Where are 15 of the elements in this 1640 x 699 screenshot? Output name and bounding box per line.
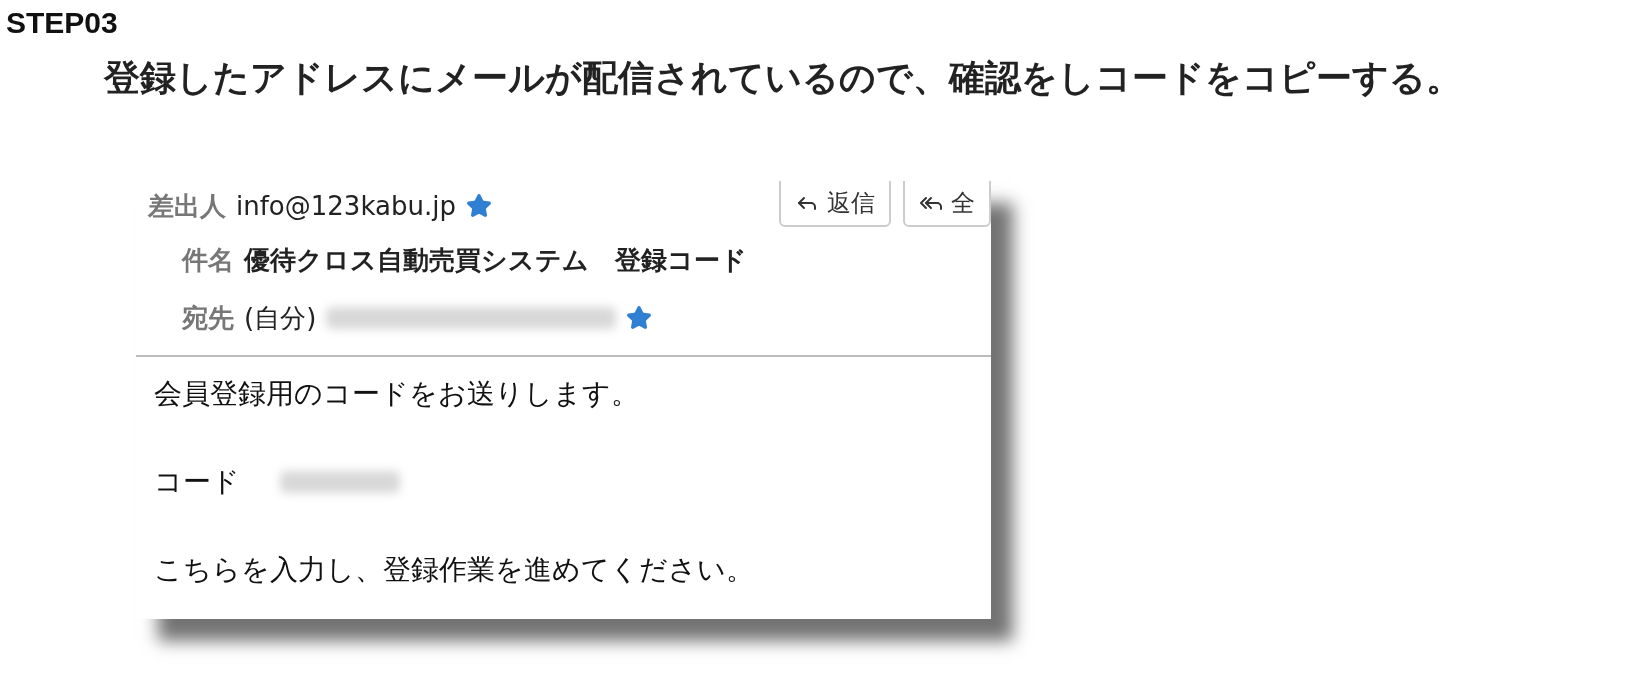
message-text: こちらを入力し、登録作業を進めてください。 — [154, 552, 755, 588]
instruction-text: 登録したアドレスにメールが配信されているので、確認をしコードをコピーする。 — [104, 56, 1463, 100]
sender-address: info@123kabu.jp — [236, 191, 456, 221]
code-label: コード — [154, 464, 240, 500]
star-icon[interactable] — [465, 193, 492, 219]
subject-label: 件名 — [182, 243, 234, 277]
message-text: 会員登録用のコードをお送りします。 — [154, 376, 640, 412]
step-heading: STEP03 — [6, 6, 119, 40]
recipient-text: (自分) — [244, 301, 317, 335]
star-icon[interactable] — [626, 305, 653, 331]
reply-button[interactable]: 返信 — [779, 181, 891, 227]
reply-button[interactable]: 全 — [903, 181, 991, 227]
from-label: 差出人 — [148, 189, 226, 223]
to-label: 宛先 — [182, 301, 234, 335]
subject-text: 優待クロス自動売買システム 登録コード — [244, 243, 747, 277]
